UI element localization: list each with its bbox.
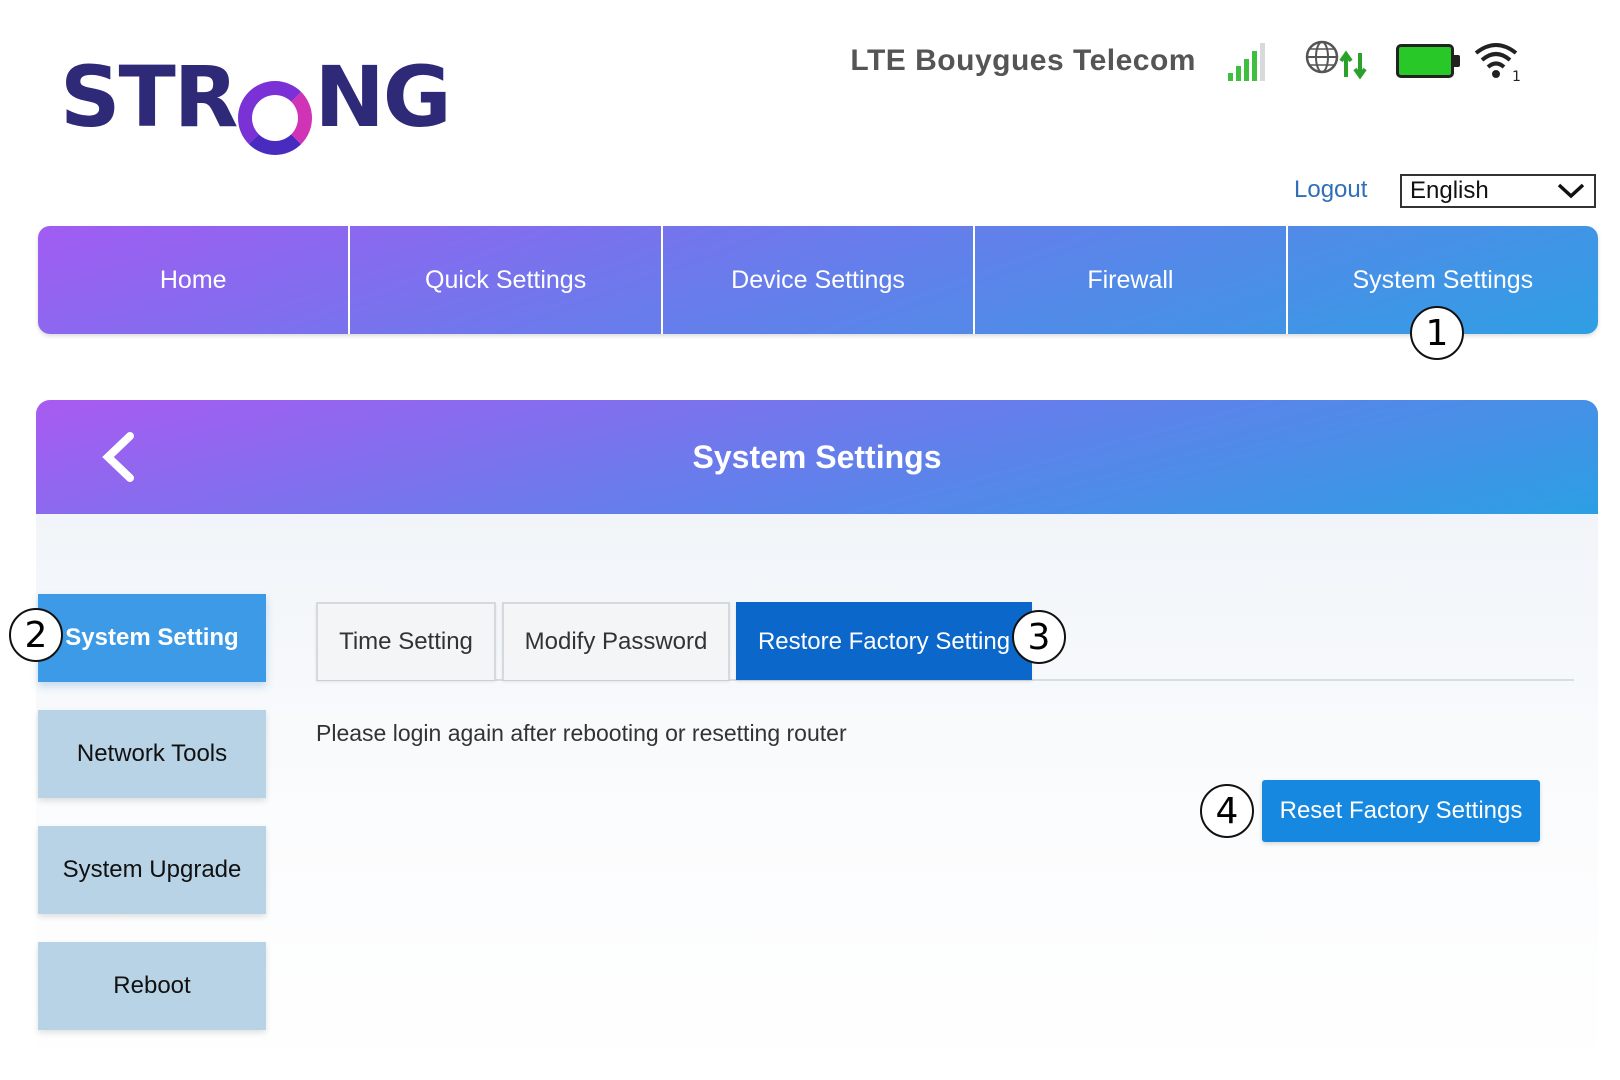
- sidebar-item-network-tools[interactable]: Network Tools: [38, 710, 266, 798]
- language-selected-value: English: [1410, 177, 1489, 204]
- back-arrow-icon[interactable]: [98, 430, 138, 484]
- network-operator-label: LTE Bouygues Telecom: [850, 44, 1196, 77]
- globe-data-icon: [1305, 40, 1367, 80]
- battery-icon: [1396, 44, 1460, 78]
- logout-link[interactable]: Logout: [1294, 176, 1367, 204]
- tab-restore-factory-setting[interactable]: Restore Factory Setting: [736, 602, 1032, 680]
- tab-modify-password[interactable]: Modify Password: [502, 602, 730, 680]
- reset-factory-settings-button[interactable]: Reset Factory Settings: [1262, 780, 1540, 842]
- nav-device-settings[interactable]: Device Settings: [663, 226, 976, 334]
- language-select[interactable]: English: [1400, 174, 1596, 208]
- nav-home[interactable]: Home: [38, 226, 351, 334]
- callout-4: 4: [1200, 784, 1254, 838]
- sidebar-item-reboot[interactable]: Reboot: [38, 942, 266, 1030]
- reset-notice-text: Please login again after rebooting or re…: [316, 720, 847, 746]
- section-title: System Settings: [692, 438, 942, 475]
- strong-logo: STR NG: [60, 48, 452, 155]
- logo-text-end: NG: [314, 48, 451, 146]
- logo-text-start: STR: [60, 48, 238, 146]
- chevron-down-icon: [1557, 183, 1585, 199]
- nav-quick-settings[interactable]: Quick Settings: [350, 226, 663, 334]
- tab-time-setting[interactable]: Time Setting: [316, 602, 496, 680]
- section-header: System Settings: [36, 400, 1598, 514]
- top-navigation: Home Quick Settings Device Settings Fire…: [38, 226, 1598, 334]
- signal-strength-icon: [1228, 41, 1272, 81]
- sidebar-item-system-upgrade[interactable]: System Upgrade: [38, 826, 266, 914]
- callout-3: 3: [1012, 610, 1066, 664]
- wifi-icon: 1: [1474, 43, 1520, 83]
- callout-2: 2: [9, 608, 63, 662]
- sidebar-item-system-setting[interactable]: System Setting: [38, 594, 266, 682]
- status-bar: LTE Bouygues Telecom 1: [850, 36, 1520, 86]
- logo-ring-icon: [238, 80, 313, 155]
- nav-firewall[interactable]: Firewall: [975, 226, 1288, 334]
- wifi-client-count: 1: [1512, 69, 1520, 83]
- callout-1: 1: [1410, 306, 1464, 360]
